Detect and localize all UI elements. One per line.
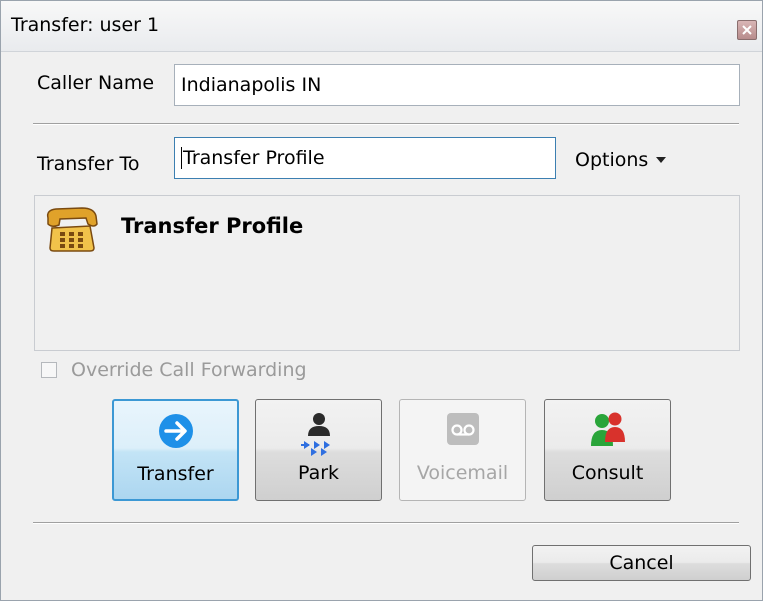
override-checkbox[interactable] [41, 362, 57, 378]
voicemail-button[interactable]: Voicemail [399, 399, 526, 501]
transfer-to-input[interactable]: Transfer Profile [174, 137, 556, 179]
options-dropdown[interactable]: Options [575, 149, 667, 171]
caller-name-label: Caller Name [37, 72, 155, 94]
arrow-right-circle-icon [158, 414, 193, 448]
transfer-button[interactable]: Transfer [112, 399, 239, 501]
separator-top [33, 123, 739, 125]
cancel-button-label: Cancel [609, 552, 674, 574]
options-label: Options [575, 149, 649, 171]
close-button[interactable] [737, 20, 757, 40]
title-bar[interactable]: Transfer: user 1 [1, 1, 762, 52]
voicemail-button-label: Voicemail [416, 462, 509, 484]
voicemail-icon [446, 413, 479, 445]
caller-name-value: Indianapolis IN [181, 74, 322, 96]
caret-down-icon [656, 157, 667, 163]
separator-bottom [33, 522, 739, 524]
text-caret [181, 147, 182, 169]
override-call-forwarding[interactable]: Override Call Forwarding [41, 359, 307, 381]
park-person-icon [300, 413, 330, 456]
transfer-target-list: Transfer Profile [34, 195, 740, 351]
caller-name-input[interactable]: Indianapolis IN [174, 64, 740, 106]
close-icon [742, 25, 752, 35]
result-name: Transfer Profile [121, 214, 304, 238]
park-button-label: Park [297, 462, 340, 484]
cancel-button[interactable]: Cancel [532, 545, 751, 581]
transfer-dialog: Transfer: user 1 Caller Name Indianapoli… [0, 0, 763, 601]
phone-icon [46, 207, 98, 252]
transfer-to-value: Transfer Profile [183, 147, 325, 169]
park-button[interactable]: Park [255, 399, 382, 501]
consult-people-icon [590, 412, 625, 446]
override-label: Override Call Forwarding [71, 359, 307, 381]
transfer-button-label: Transfer [137, 463, 214, 485]
window-title: Transfer: user 1 [11, 14, 160, 36]
consult-button[interactable]: Consult [544, 399, 671, 501]
transfer-to-label: Transfer To [37, 153, 140, 175]
consult-button-label: Consult [571, 462, 644, 484]
